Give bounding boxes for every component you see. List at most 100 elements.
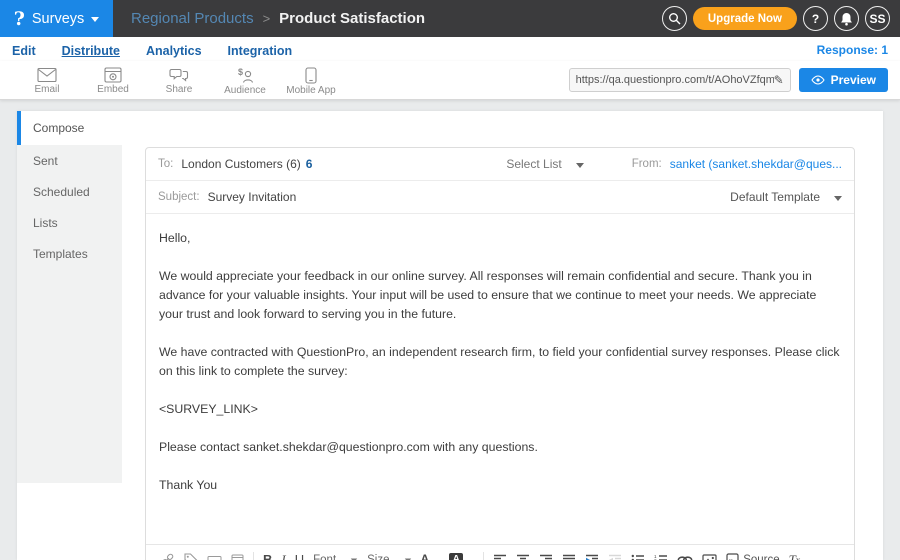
background-color-button[interactable]: A	[449, 553, 474, 560]
align-right-button[interactable]	[539, 554, 553, 560]
search-icon	[668, 12, 681, 25]
search-button[interactable]	[662, 6, 687, 31]
svg-text:‹›: ‹›	[729, 556, 734, 560]
channel-label: Audience	[224, 85, 266, 96]
subject-label: Subject:	[158, 191, 200, 203]
numbered-list-icon: 1 2 3	[654, 554, 668, 560]
channel-label: Email	[34, 84, 59, 95]
survey-url-input[interactable]	[576, 74, 774, 86]
from-sender[interactable]: sanket (sanket.shekdar@ques...	[670, 157, 842, 171]
window-icon	[231, 554, 244, 560]
text-color-button[interactable]: A	[421, 553, 441, 560]
sidebar-item-lists[interactable]: Lists	[17, 207, 122, 238]
body-paragraph: Hello,	[159, 229, 841, 248]
insert-link-button[interactable]	[160, 552, 175, 560]
header-actions: Upgrade Now ? SS	[662, 6, 900, 31]
embed-window-button[interactable]	[231, 554, 244, 560]
from-label: From:	[632, 158, 662, 170]
size-label: Size	[367, 554, 389, 560]
channel-audience[interactable]: $ Audience	[212, 65, 278, 96]
help-button[interactable]: ?	[803, 6, 828, 31]
envelope-icon	[37, 67, 57, 83]
template-label: Default Template	[730, 190, 820, 204]
insert-image-button[interactable]	[702, 554, 717, 560]
indent-icon	[585, 554, 599, 560]
notifications-button[interactable]	[834, 6, 859, 31]
questionpro-logo-icon: ?	[14, 8, 25, 30]
surveys-app-menu[interactable]: ? Surveys	[0, 0, 113, 37]
select-list-dropdown[interactable]: Select List	[506, 157, 583, 171]
justify-icon	[562, 554, 576, 560]
tab-edit[interactable]: Edit	[12, 41, 36, 58]
tab-distribute[interactable]: Distribute	[62, 41, 120, 58]
channel-share[interactable]: Share	[146, 65, 212, 95]
survey-url-field[interactable]: ✎	[569, 68, 791, 92]
justify-button[interactable]	[562, 554, 576, 560]
subject-input[interactable]: Survey Invitation	[208, 190, 297, 204]
channel-mobile-app[interactable]: Mobile App	[278, 65, 344, 96]
breadcrumb-current: Product Satisfaction	[279, 10, 425, 27]
to-label: To:	[158, 158, 173, 170]
avatar[interactable]: SS	[865, 6, 890, 31]
tab-analytics[interactable]: Analytics	[146, 41, 202, 58]
channel-label: Embed	[97, 84, 129, 95]
upgrade-now-button[interactable]: Upgrade Now	[693, 7, 797, 30]
image-icon	[702, 554, 717, 560]
font-label: Font	[313, 554, 336, 560]
outdent-button[interactable]	[608, 554, 622, 560]
align-center-button[interactable]	[516, 554, 530, 560]
bullet-list-button[interactable]	[631, 554, 645, 560]
sidebar-item-templates[interactable]: Templates	[17, 238, 122, 269]
anchor-link-button[interactable]	[677, 555, 693, 560]
align-left-icon	[493, 554, 507, 560]
align-left-button[interactable]	[493, 554, 507, 560]
editor-format-toolbar: B I U Font Size A	[146, 544, 854, 560]
response-count[interactable]: Response: 1	[817, 43, 888, 57]
link-oval-icon	[677, 555, 693, 560]
from-field: From: sanket (sanket.shekdar@ques...	[632, 157, 842, 171]
chevron-down-icon	[91, 17, 99, 22]
clear-format-t: T	[789, 552, 796, 560]
email-sidebar: Compose Sent Scheduled Lists Templates	[17, 111, 122, 560]
eye-icon	[811, 75, 825, 85]
sidebar-item-scheduled[interactable]: Scheduled	[17, 176, 122, 207]
align-center-icon	[516, 554, 530, 560]
subject-row: Subject: Survey Invitation Default Templ…	[146, 181, 854, 214]
channel-email[interactable]: Email	[14, 65, 80, 95]
preview-label: Preview	[831, 73, 876, 87]
preview-button[interactable]: Preview	[799, 68, 888, 92]
edit-url-pencil-icon[interactable]: ✎	[774, 73, 784, 87]
tab-integration[interactable]: Integration	[228, 41, 293, 58]
font-dropdown[interactable]: Font	[313, 554, 358, 560]
source-label: Source	[743, 554, 779, 560]
italic-button[interactable]: I	[281, 552, 285, 560]
size-dropdown[interactable]: Size	[367, 554, 411, 560]
recipient-count[interactable]: 6	[306, 157, 313, 171]
align-right-icon	[539, 554, 553, 560]
sidebar-item-sent[interactable]: Sent	[17, 145, 122, 176]
chevron-down-icon	[576, 163, 584, 168]
to-row: To: London Customers (6) 6 Select List F…	[146, 148, 854, 181]
audience-icon: $	[235, 67, 255, 84]
sidebar-item-compose[interactable]: Compose	[17, 111, 122, 145]
breadcrumb-parent[interactable]: Regional Products	[131, 10, 254, 27]
to-recipients[interactable]: London Customers (6)	[181, 157, 300, 171]
survey-tabs: Edit Distribute Analytics Integration Re…	[0, 37, 900, 61]
breadcrumb-separator: >	[263, 11, 271, 26]
remove-format-button[interactable]: Tx	[789, 552, 801, 560]
bold-button[interactable]: B	[263, 552, 272, 560]
merge-tag-button[interactable]	[184, 553, 198, 560]
source-button[interactable]: ‹› Source	[726, 553, 779, 560]
chain-link-icon	[160, 552, 175, 560]
bg-color-a: A	[449, 553, 463, 560]
app-menu-label: Surveys	[32, 11, 84, 27]
template-dropdown[interactable]: Default Template	[730, 190, 842, 204]
email-body-editor[interactable]: Hello, We would appreciate your feedback…	[146, 214, 854, 544]
numbered-list-button[interactable]: 1 2 3	[654, 554, 668, 560]
underline-button[interactable]: U	[295, 552, 304, 560]
insert-field-button[interactable]	[207, 554, 222, 560]
sidebar-filler	[17, 269, 122, 483]
tag-icon	[184, 553, 198, 560]
channel-embed[interactable]: Embed	[80, 65, 146, 95]
indent-button[interactable]	[585, 554, 599, 560]
